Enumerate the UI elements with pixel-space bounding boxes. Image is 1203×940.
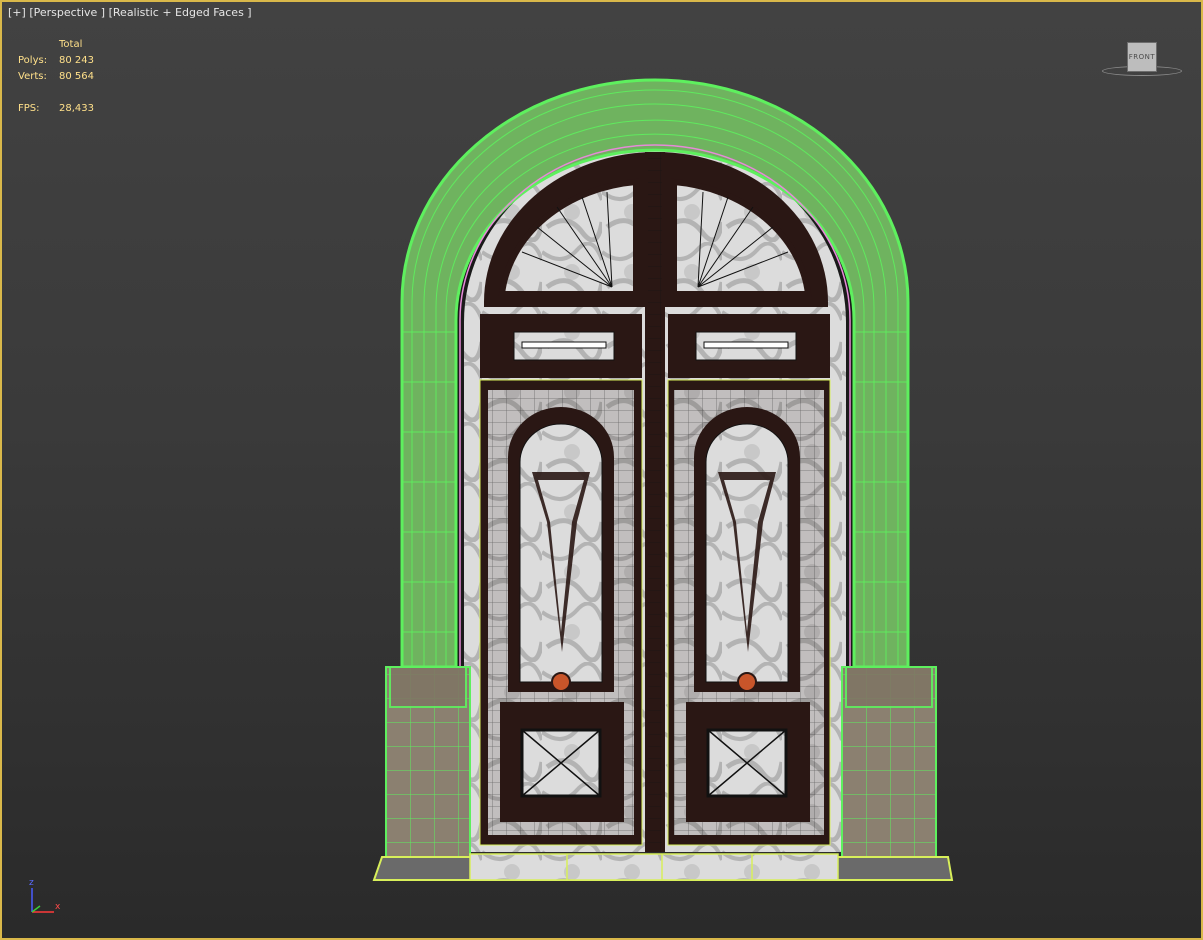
viewport-point-of-view-menu[interactable]: [Perspective ] [29,6,105,19]
verts-label: Verts: [18,71,47,82]
viewport-shading-menu[interactable]: [Realistic + Edged Faces ] [109,6,252,19]
fps-label: FPS: [18,103,40,114]
axis-x-label: x [55,902,61,912]
stats-header: Total [59,39,83,50]
axis-tripod-icon: z x [24,874,74,919]
right-door-knob [737,672,757,692]
viewport-statistics: Total Polys: 80 243 Verts: 80 564 FPS: 2… [18,37,138,117]
left-door-knob [551,672,571,692]
polys-value: 80 243 [59,55,94,66]
viewcube-face-label: FRONT [1128,53,1156,61]
perspective-viewport[interactable]: [+] [Perspective ] [Realistic + Edged Fa… [0,0,1203,940]
door-model-scene[interactable] [2,2,1203,940]
verts-value: 80 564 [59,71,94,82]
polys-label: Polys: [18,55,48,66]
viewcube-front-face[interactable]: FRONT [1127,42,1157,72]
viewcube[interactable]: FRONT [1102,40,1184,86]
axis-z-label: z [29,878,34,888]
viewport-label-menu[interactable]: [+] [Perspective ] [Realistic + Edged Fa… [8,6,252,19]
viewport-general-menu[interactable]: [+] [8,6,26,19]
fps-value: 28,433 [59,103,94,114]
